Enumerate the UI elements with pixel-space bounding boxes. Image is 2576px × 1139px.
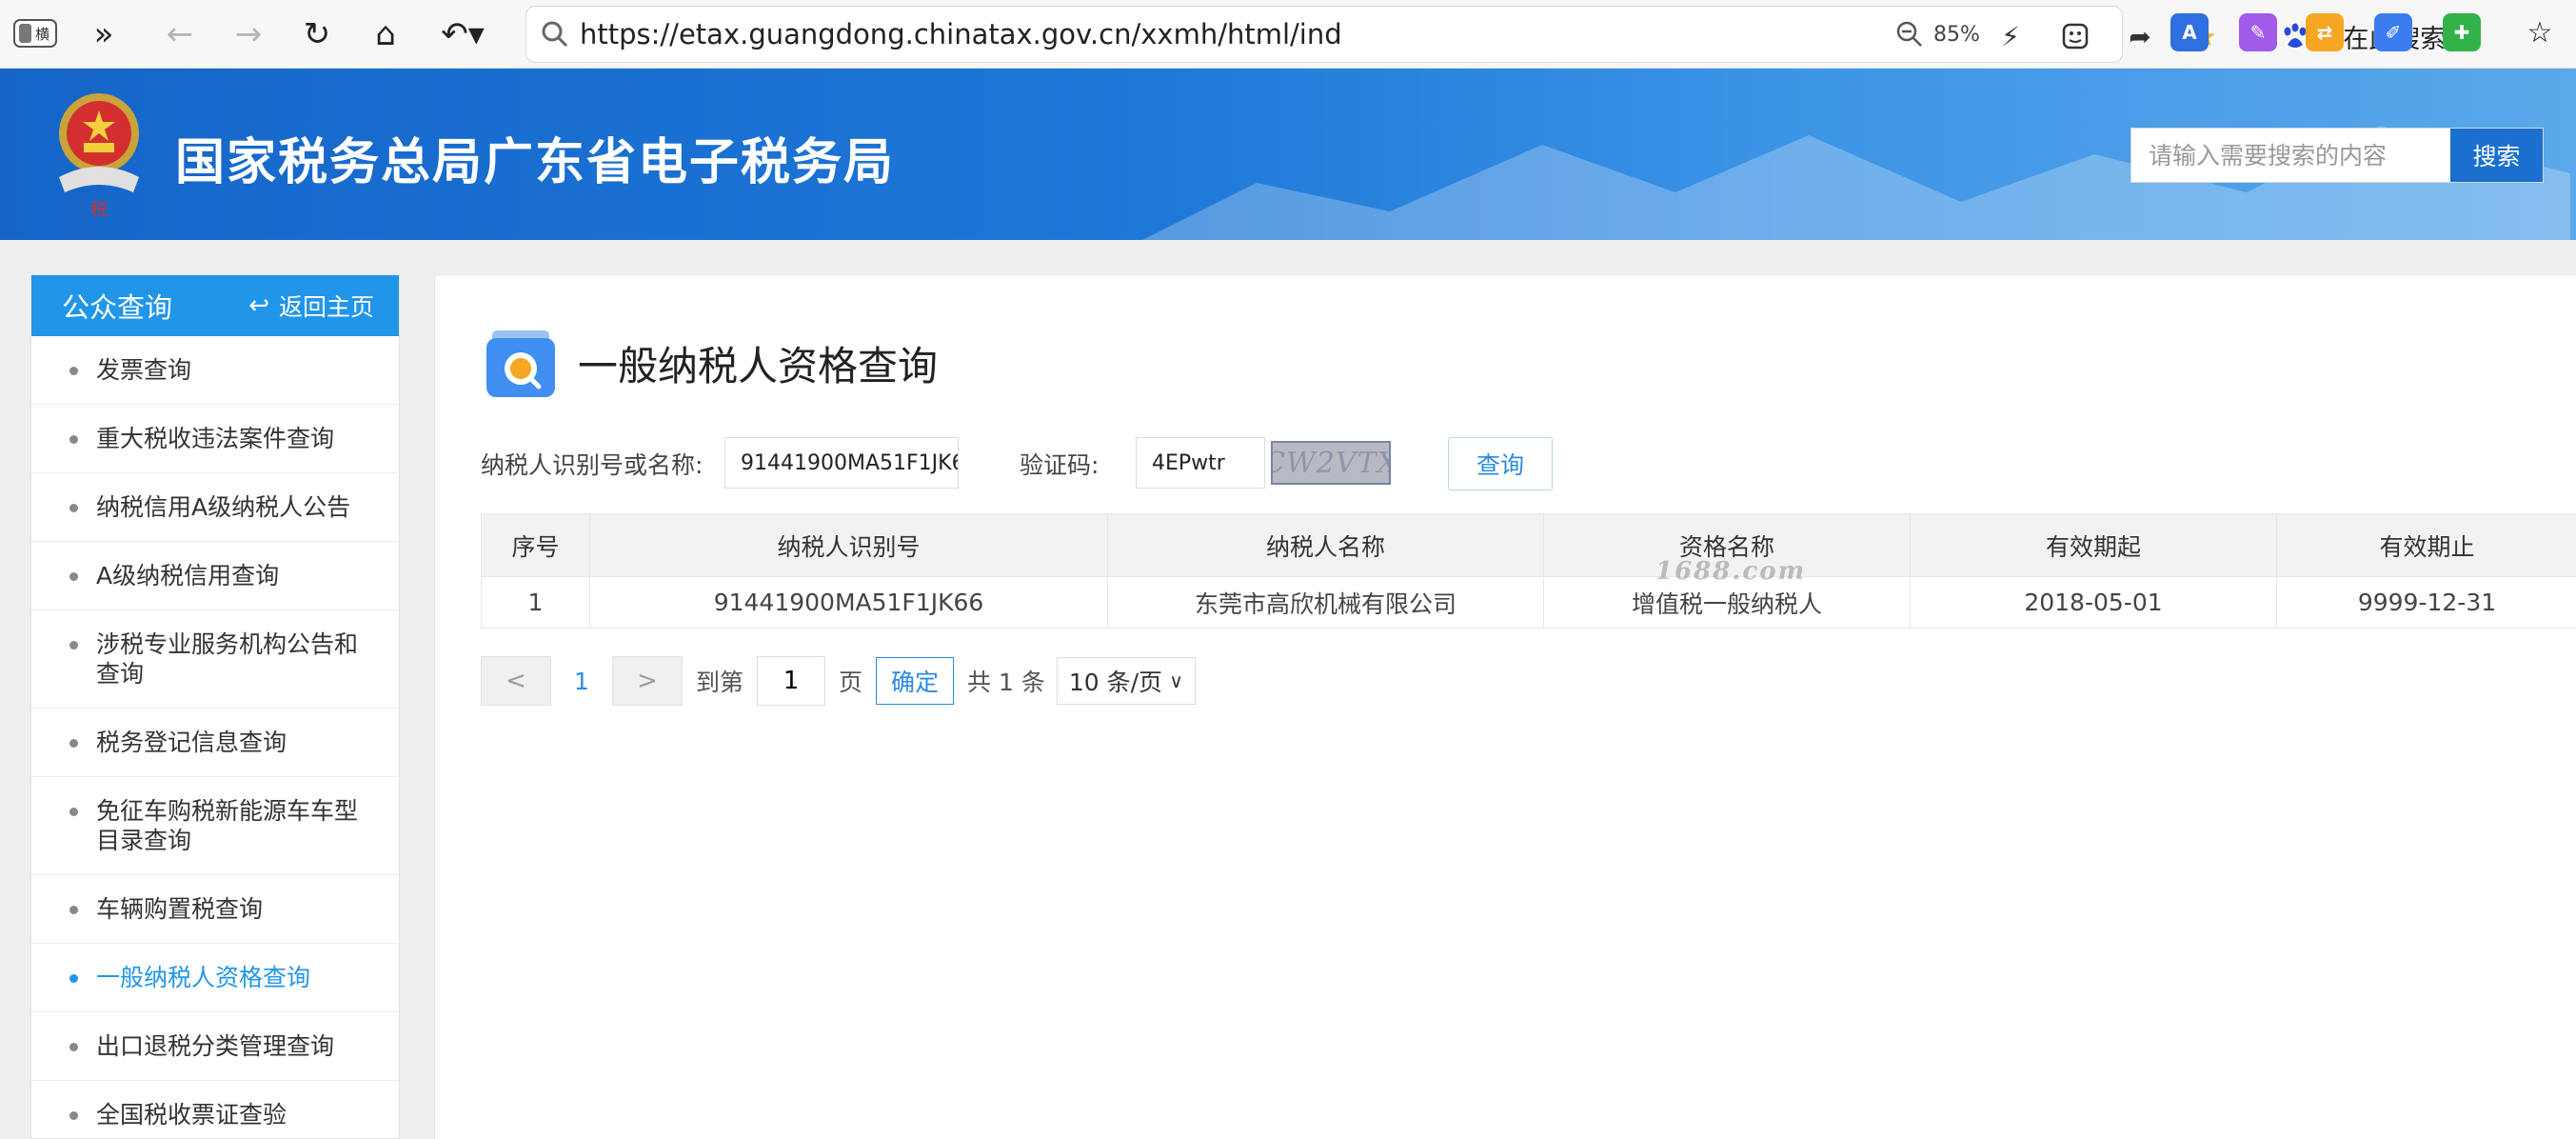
highlighter-icon[interactable]: ✐ xyxy=(2374,13,2412,51)
page-title: 一般纳税人资格查询 xyxy=(578,343,939,390)
chevron-left-icon: < xyxy=(505,667,526,695)
sidebar-item-registration-query[interactable]: 税务登记信息查询 xyxy=(31,709,399,777)
favorites-star-icon[interactable]: ☆ xyxy=(2521,13,2559,51)
captcha-input[interactable] xyxy=(1136,437,1265,489)
site-search: 搜索 xyxy=(2130,128,2544,183)
translate-icon[interactable]: A xyxy=(2170,13,2209,51)
zoom-out-icon xyxy=(1896,21,1922,47)
undo-close-tab-icon[interactable]: ↶▾ xyxy=(434,12,491,56)
cell-taxpayer-id: 91441900MA51F1JK66 xyxy=(589,576,1108,629)
captcha-image-text: CW2VTX xyxy=(1273,446,1389,480)
tab-toggle-label: 横 xyxy=(34,25,50,43)
captcha-label: 验证码: xyxy=(1020,451,1100,479)
sidebar-item-tax-receipt-check[interactable]: 全国税收票证查验 xyxy=(31,1081,399,1139)
tab-layout-toggle[interactable]: 横 xyxy=(13,19,57,48)
browser-toolbar: 横 » ← → ↻ ⌂ ↶▾ https://etax.guangdong.ch… xyxy=(0,0,2576,69)
zoom-control[interactable]: 85% xyxy=(1895,20,1980,49)
query-page-icon xyxy=(486,330,555,397)
lightning-icon[interactable]: ⚡ xyxy=(1992,18,2029,54)
page-unit-label: 页 xyxy=(839,669,863,696)
sidebar-title: 公众查询 xyxy=(62,291,173,324)
sidebar: 公众查询 ↩ 返回主页 发票查询 重大税收违法案件查询 纳税信用A级纳税人公告 … xyxy=(30,274,400,1139)
tax-emblem-logo: 税 xyxy=(59,93,139,220)
captcha-image[interactable]: CW2VTX xyxy=(1271,441,1391,485)
sidebar-item-vehicle-tax-query[interactable]: 车辆购置税查询 xyxy=(31,875,399,944)
address-bar[interactable]: https://etax.guangdong.chinatax.gov.cn/x… xyxy=(525,6,2446,63)
goto-page-input[interactable] xyxy=(757,656,826,706)
cell-taxpayer-name: 东莞市高欣机械有限公司 xyxy=(1107,576,1544,629)
table-header-row: 序号 纳税人识别号 纳税人名称 资格名称 有效期起 有效期止 xyxy=(481,513,2576,577)
prev-page-button[interactable]: < xyxy=(481,656,551,706)
chevron-down-icon: ∨ xyxy=(1169,669,1183,692)
col-header-index: 序号 xyxy=(481,513,590,577)
query-button[interactable]: 查询 xyxy=(1448,437,1553,490)
results-table: 序号 纳税人识别号 纳税人名称 资格名称 有效期起 有效期止 1 9144190… xyxy=(481,513,2576,629)
sidebar-header: 公众查询 ↩ 返回主页 xyxy=(31,275,399,336)
extension-puzzle-icon[interactable]: ✚ xyxy=(2443,13,2481,51)
back-home-link[interactable]: ↩ 返回主页 xyxy=(248,289,374,323)
col-header-valid-to: 有效期止 xyxy=(2276,513,2576,577)
edit-note-icon[interactable]: ✎ xyxy=(2239,13,2277,51)
total-count: 共 1 条 xyxy=(967,669,1045,696)
sync-icon[interactable]: ⇄ xyxy=(2306,13,2344,51)
col-header-valid-from: 有效期起 xyxy=(1910,513,2277,577)
zoom-level: 85% xyxy=(1933,22,1980,47)
sidebar-item-a-credit-query[interactable]: A级纳税信用查询 xyxy=(31,542,399,610)
pagination: < 1 > 到第 页 确定 共 1 条 10 条/页 ∨ xyxy=(481,654,1196,708)
sidebar-item-general-taxpayer-query[interactable]: 一般纳税人资格查询 xyxy=(31,944,399,1012)
col-header-taxpayer-name: 纳税人名称 xyxy=(1107,513,1544,577)
site-header: 税 国家税务总局广东省电子税务局 搜索 xyxy=(0,69,2576,240)
cell-index: 1 xyxy=(481,576,590,629)
url-text: https://etax.guangdong.chinatax.gov.cn/x… xyxy=(580,18,1342,50)
goto-confirm-button[interactable]: 确定 xyxy=(876,657,955,705)
search-icon xyxy=(542,21,568,48)
col-header-taxpayer-id: 纳税人识别号 xyxy=(589,513,1108,577)
home-icon[interactable]: ⌂ xyxy=(364,12,407,56)
share-icon[interactable]: ➦ xyxy=(2122,18,2158,54)
sidebar-item-ev-catalog-query[interactable]: 免征车购税新能源车车型目录查询 xyxy=(31,777,399,875)
site-title: 国家税务总局广东省电子税务局 xyxy=(175,134,896,191)
svg-text:税: 税 xyxy=(90,200,108,220)
cell-valid-to: 9999-12-31 xyxy=(2276,576,2576,629)
table-row: 1 91441900MA51F1JK66 东莞市高欣机械有限公司 增值税一般纳税… xyxy=(481,576,2576,629)
next-page-button[interactable]: > xyxy=(612,656,683,706)
taxpayer-id-label: 纳税人识别号或名称: xyxy=(481,451,703,479)
reply-arrow-icon: ↩ xyxy=(248,291,269,320)
double-chevron-icon[interactable]: » xyxy=(82,12,126,56)
sidebar-item-export-rebate-query[interactable]: 出口退税分类管理查询 xyxy=(31,1012,399,1081)
page-size-value: 10 条/页 xyxy=(1068,669,1163,696)
main-panel: 一般纳税人资格查询 纳税人识别号或名称: 验证码: CW2VTX 查询 序号 纳… xyxy=(434,274,2576,1139)
page-size-select[interactable]: 10 条/页 ∨ xyxy=(1056,657,1196,705)
reader-mode-icon[interactable] xyxy=(2057,18,2093,54)
goto-label: 到第 xyxy=(696,669,744,696)
forward-arrow-icon[interactable]: → xyxy=(227,12,270,56)
sidebar-item-tax-agency-query[interactable]: 涉税专业服务机构公告和查询 xyxy=(31,610,399,709)
back-arrow-icon[interactable]: ← xyxy=(158,12,202,56)
chevron-right-icon: > xyxy=(637,667,658,695)
back-home-label: 返回主页 xyxy=(278,293,374,321)
site-search-input[interactable] xyxy=(2131,129,2449,182)
cell-valid-from: 2018-05-01 xyxy=(1910,576,2277,629)
site-search-button[interactable]: 搜索 xyxy=(2449,129,2543,182)
sidebar-item-invoice-query[interactable]: 发票查询 xyxy=(31,336,399,405)
sidebar-item-a-credit-announcement[interactable]: 纳税信用A级纳税人公告 xyxy=(31,473,399,542)
watermark-text: 1688.com xyxy=(1655,557,1807,586)
page-number-current[interactable]: 1 xyxy=(551,668,612,695)
sidebar-item-major-violation-query[interactable]: 重大税收违法案件查询 xyxy=(31,405,399,473)
taxpayer-id-input[interactable] xyxy=(724,437,959,489)
reload-icon[interactable]: ↻ xyxy=(295,12,339,56)
